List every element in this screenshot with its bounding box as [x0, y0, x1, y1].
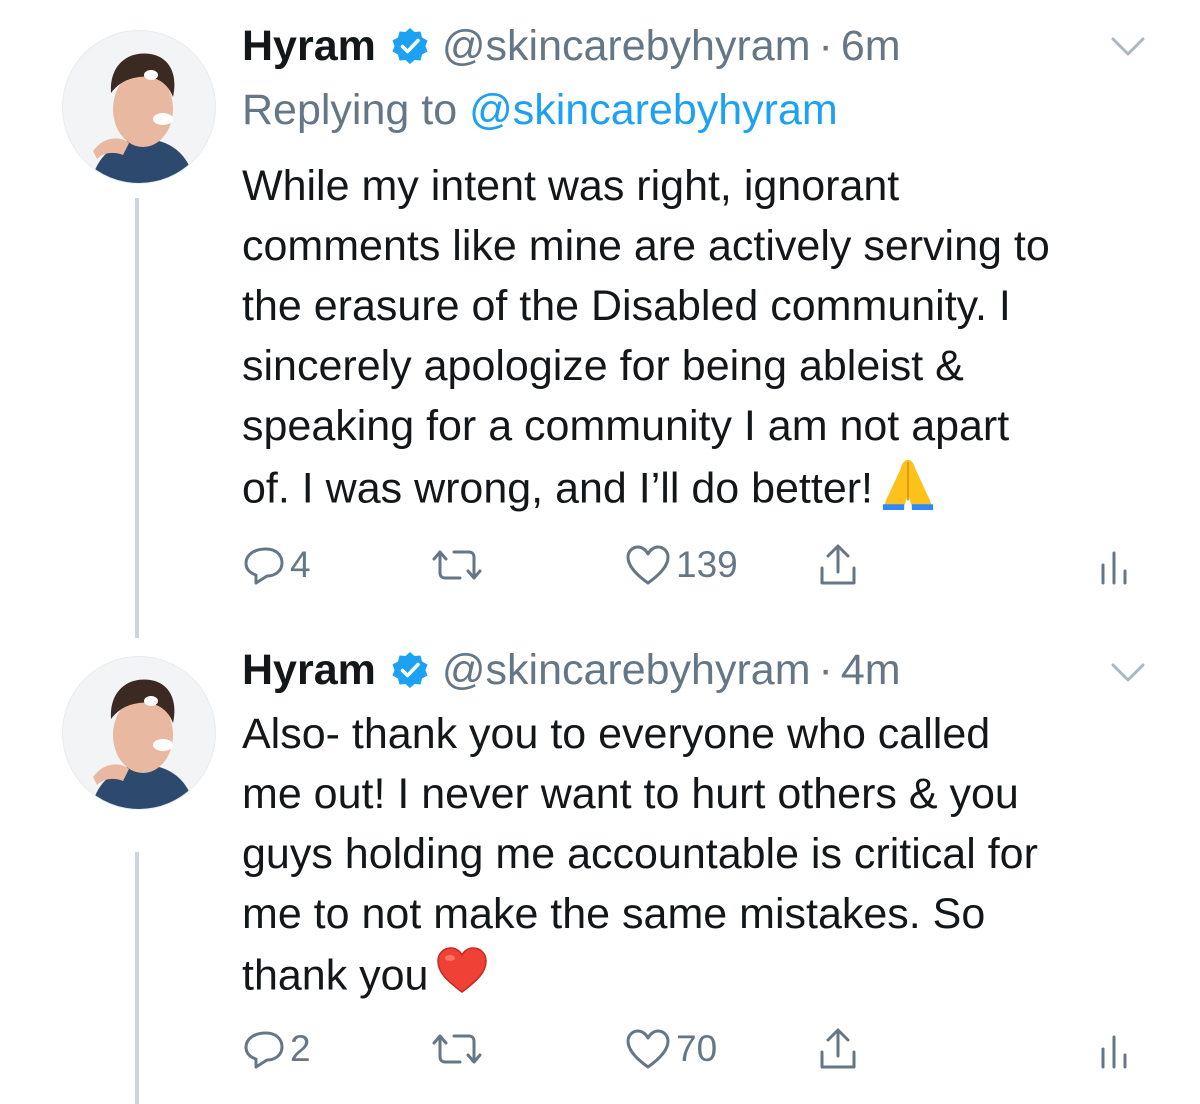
share-icon: [820, 544, 856, 585]
analytics-icon: [1101, 551, 1127, 585]
tweet-actions: 4 139: [242, 540, 1142, 590]
retweet-button[interactable]: [428, 540, 486, 590]
like-icon: [626, 1029, 670, 1069]
username[interactable]: @skincarebyhyram: [442, 646, 811, 695]
chevron-down-icon[interactable]: [1110, 662, 1146, 684]
separator-dot: ·: [818, 645, 833, 694]
retweet-icon: [432, 1034, 482, 1064]
tweet-header: Hyram @skincarebyhyram · 6m: [242, 16, 901, 76]
tweet-header: Hyram @skincarebyhyram · 4m: [242, 640, 901, 700]
replying-to-label: Replying to: [242, 86, 470, 134]
tweet-text-content: Also- thank you to everyone who called m…: [242, 710, 1038, 1000]
tweet-actions: 2 70: [242, 1024, 1142, 1074]
avatar[interactable]: [62, 656, 216, 810]
reply-icon: [244, 1031, 284, 1069]
verified-badge-icon: [390, 26, 430, 66]
like-icon: [626, 545, 670, 585]
reply-icon: [244, 547, 284, 585]
analytics-button[interactable]: [1098, 1024, 1130, 1074]
display-name[interactable]: Hyram: [242, 646, 376, 695]
verified-badge-icon: [390, 650, 430, 690]
replying-to-handle[interactable]: @skincarebyhyram: [469, 86, 838, 134]
thread-line: [135, 198, 139, 638]
share-button[interactable]: [816, 1024, 860, 1074]
avatar-image: [63, 657, 215, 809]
red-heart-emoji: [434, 944, 490, 1012]
like-button[interactable]: 139: [624, 540, 738, 590]
analytics-button[interactable]: [1098, 540, 1130, 590]
analytics-icon: [1101, 1035, 1127, 1069]
avatar-image: [63, 31, 215, 183]
retweet-icon: [432, 550, 482, 580]
share-icon: [820, 1028, 856, 1069]
retweet-button[interactable]: [428, 1024, 486, 1074]
share-button[interactable]: [816, 540, 860, 590]
like-count: 70: [676, 1028, 718, 1069]
display-name[interactable]: Hyram: [242, 22, 376, 71]
reply-count: 4: [290, 544, 311, 585]
reply-count: 2: [290, 1028, 311, 1069]
like-button[interactable]: 70: [624, 1024, 717, 1074]
separator-dot: ·: [818, 21, 833, 70]
tweet-text: While my intent was right, ignorant comm…: [242, 156, 1162, 526]
thread-line: [135, 852, 139, 1104]
timestamp[interactable]: 4m: [841, 646, 901, 695]
avatar[interactable]: [62, 30, 216, 184]
folded-hands-emoji: [879, 456, 937, 526]
username[interactable]: @skincarebyhyram: [442, 22, 811, 71]
chevron-down-icon[interactable]: [1110, 36, 1146, 58]
reply-button[interactable]: 2: [242, 1024, 311, 1074]
replying-to: Replying to @skincarebyhyram: [242, 86, 838, 135]
timestamp[interactable]: 6m: [841, 22, 901, 71]
like-count: 139: [676, 544, 738, 585]
tweet-text: Also- thank you to everyone who called m…: [242, 704, 1162, 1012]
reply-button[interactable]: 4: [242, 540, 311, 590]
